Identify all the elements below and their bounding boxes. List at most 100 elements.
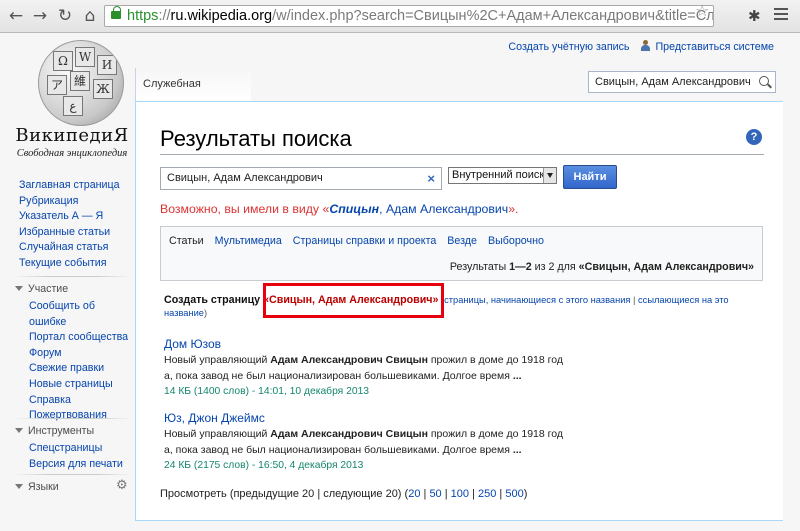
home-icon[interactable]: ⌂ (80, 6, 100, 26)
paren-close: ) (203, 308, 208, 318)
sidebar-item-community-portal[interactable]: Портал сообщества (29, 330, 135, 346)
results-query: «Свицын, Адам Александрович» (578, 261, 754, 273)
suggestion-link[interactable]: Спицын, Адам Александрович (329, 202, 508, 216)
tab-multimedia[interactable]: Мультимедиа (215, 235, 282, 247)
search-icon[interactable] (759, 76, 769, 86)
portal-tools: Инструменты Спецстраницы Версия для печа… (0, 418, 135, 473)
result-snippet: Новый управляющий Адам Александрович Сви… (164, 426, 564, 442)
pager-limit-500[interactable]: 500 (505, 488, 523, 500)
search-input[interactable]: Свицын, Адам Александрович × (160, 167, 442, 190)
menu-icon[interactable] (774, 8, 788, 23)
sidebar-item-recent-changes[interactable]: Свежие правки (29, 361, 135, 377)
chevron-down-icon (543, 168, 556, 183)
globe-piece: ع (63, 96, 83, 116)
sidebar-item-random[interactable]: Случайная статья (19, 240, 134, 256)
create-account-link[interactable]: Создать учётную запись (508, 41, 629, 53)
gear-icon[interactable]: ⚙ (116, 478, 128, 493)
sidebar-item-index[interactable]: Указатель А — Я (19, 209, 134, 225)
clear-icon[interactable]: × (427, 168, 435, 189)
portal-heading-languages[interactable]: Языки (0, 480, 135, 494)
portal-heading-participation[interactable]: Участие (0, 282, 135, 296)
portal-languages: Языки ⚙ (0, 474, 135, 494)
globe-piece: 維 (70, 71, 90, 91)
tab-special-page[interactable]: Служебная страница (135, 68, 251, 123)
help-icon[interactable]: ? (746, 129, 762, 145)
find-button[interactable]: Найти (563, 165, 617, 189)
sidebar-item-main-page[interactable]: Заглавная страница (19, 178, 134, 194)
tab-advanced[interactable]: Выборочно (488, 235, 544, 247)
results-count-prefix: Результаты (449, 261, 510, 273)
title-divider (160, 154, 764, 155)
portal-heading-tools[interactable]: Инструменты (0, 424, 135, 438)
pager-limit-250[interactable]: 250 (478, 488, 496, 500)
sidebar-item-print-version[interactable]: Версия для печати (29, 457, 135, 473)
did-you-mean-prefix: Возможно, вы имели в виду « (160, 202, 330, 216)
highlight-box (263, 283, 444, 318)
sidebar-item-donations[interactable]: Пожертвования (29, 408, 135, 424)
wikipedia-logo[interactable]: Ω W И ア 維 Ж ع ВикипедиЯ Свободная энцикл… (14, 38, 130, 159)
reload-icon[interactable]: ↻ (55, 6, 75, 26)
pager-suffix: ) (523, 488, 528, 500)
sidebar-item-special-pages[interactable]: Спецстраницы (29, 441, 135, 457)
tab-everywhere[interactable]: Везде (447, 235, 477, 247)
forward-icon[interactable]: → (30, 6, 50, 26)
sidebar-item-report-error[interactable]: Сообщить об ошибке (29, 299, 117, 330)
what-links-here-link[interactable]: ссылающиеся на это (638, 295, 729, 305)
globe-piece: И (97, 55, 117, 75)
pager-limit-50[interactable]: 50 (429, 488, 441, 500)
portal-divider (14, 276, 132, 277)
url-host: ru.wikipedia.org (170, 8, 273, 24)
sidebar-item-forum[interactable]: Форум (29, 346, 135, 362)
header-search-input[interactable]: Свицын, Адам Александрович (588, 71, 776, 93)
snippet-text: а, пока завод не был национализирован бо… (164, 444, 513, 456)
logo-wordmark: ВикипедиЯ (15, 125, 129, 146)
pager-limit-100[interactable]: 100 (451, 488, 469, 500)
globe-piece: Ж (93, 79, 113, 99)
portal-participation: Участие Сообщить об ошибке Портал сообще… (0, 276, 135, 424)
search-profile-select[interactable]: Внутренний поиск (448, 167, 557, 184)
main-content: Результаты поиска ? Свицын, Адам Алексан… (135, 101, 783, 521)
sidebar-item-featured[interactable]: Избранные статьи (19, 225, 134, 241)
search-scope-tabs: Статьи Мультимедиа Страницы справки и пр… (169, 235, 552, 247)
snippet-text: Новый управляющий (164, 354, 271, 366)
pager-sep: | (469, 488, 479, 500)
bookmark-star-icon[interactable]: ☆ (695, 1, 709, 20)
did-you-mean: Возможно, вы имели в виду «Спицын, Адам … (160, 202, 518, 216)
pager-prefix: Просмотреть (предыдущие 20 | следующие 2… (160, 488, 409, 500)
pager-sep: | (441, 488, 451, 500)
pager-limit-20[interactable]: 20 (408, 488, 420, 500)
address-bar[interactable]: https://ru.wikipedia.org/w/index.php?sea… (104, 5, 714, 27)
result-snippet: Новый управляющий Адам Александрович Сви… (164, 352, 564, 368)
snippet-text: а, пока завод не был национализирован бо… (164, 370, 513, 382)
results-for-label: для (554, 261, 579, 273)
prefix-search-link[interactable]: страницы, начинающиеся с этого названия (444, 295, 630, 305)
login-link[interactable]: Представиться системе (655, 41, 774, 53)
result-meta: 24 КБ (2175 слов) - 16:50, 4 декабря 201… (164, 460, 364, 471)
snippet-text: Новый управляющий (164, 428, 271, 440)
snippet-ellipsis: ... (512, 370, 522, 382)
globe-piece: Ω (53, 51, 73, 71)
results-count: Результаты 1—2 из 2 для «Свицын, Адам Ал… (450, 261, 754, 273)
portal-divider (14, 418, 132, 419)
tab-help-project[interactable]: Страницы справки и проекта (293, 235, 437, 247)
result-title-link[interactable]: Юз, Джон Джеймс (164, 411, 265, 425)
sidebar-item-help[interactable]: Справка (29, 393, 135, 409)
back-icon[interactable]: ← (6, 6, 26, 26)
sidebar-item-categories[interactable]: Рубрикация (19, 194, 134, 210)
link-separator: | (630, 295, 639, 305)
search-result: Дом Юзов Новый управляющий Адам Александ… (164, 336, 564, 400)
sidebar-item-current-events[interactable]: Текущие события (19, 256, 134, 272)
tab-articles[interactable]: Статьи (169, 235, 204, 247)
extension-icon[interactable]: ✱ (748, 7, 761, 25)
create-page-label: Создать страницу (164, 294, 264, 306)
what-links-here-link-cont[interactable]: название (164, 308, 204, 318)
sidebar-item-new-pages[interactable]: Новые страницы (29, 377, 135, 393)
browser-toolbar: ← → ↻ ⌂ https://ru.wikipedia.org/w/index… (0, 0, 800, 33)
result-title-link[interactable]: Дом Юзов (164, 337, 221, 351)
sidebar-navigation: Заглавная страница Рубрикация Указатель … (19, 178, 134, 272)
lock-icon (111, 6, 121, 19)
pager-sep: | (496, 488, 506, 500)
suggestion-rest: , Адам Александрович (379, 202, 509, 216)
logo-tagline: Свободная энциклопедия (16, 148, 128, 159)
globe-piece: ア (47, 75, 67, 95)
